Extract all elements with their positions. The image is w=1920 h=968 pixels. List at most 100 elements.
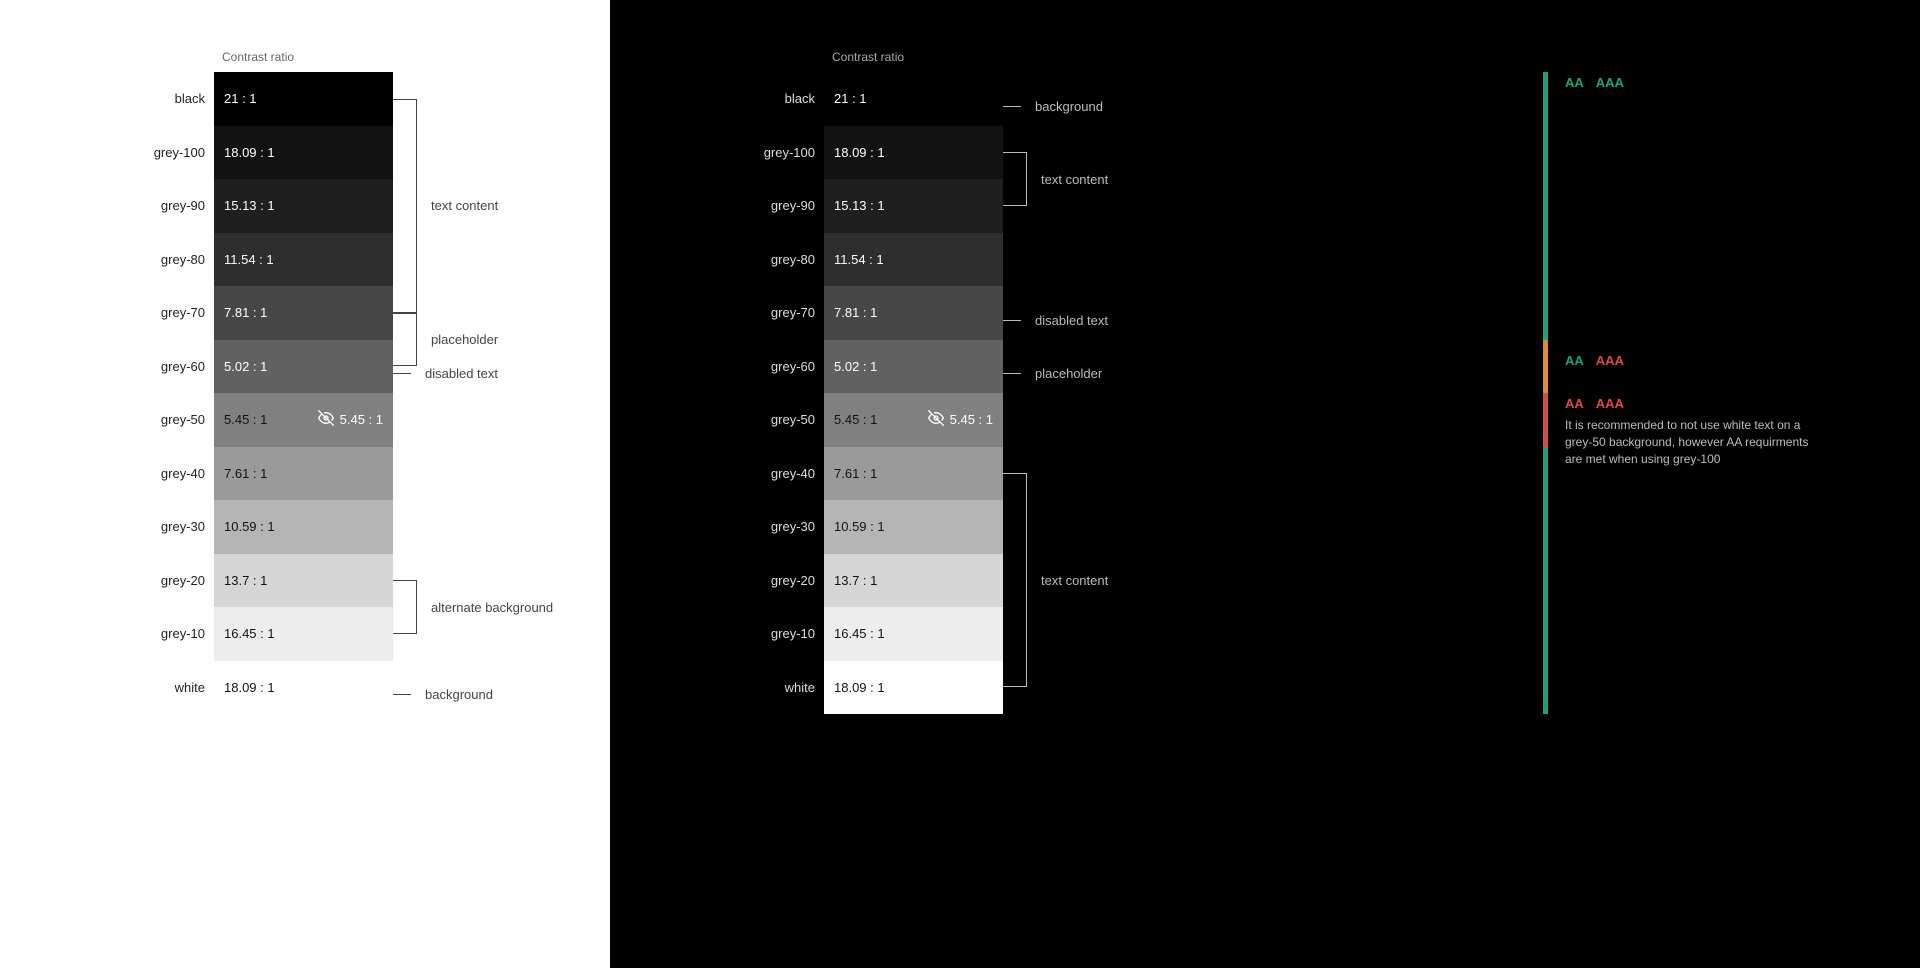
- light-theme-panel: Contrast ratio black21 : 1grey-10018.09 …: [0, 0, 610, 968]
- contrast-ratio-value: 5.45 : 1: [224, 412, 267, 427]
- contrast-ratio-value: 18.09 : 1: [834, 145, 885, 160]
- swatch-name-label: grey-40: [610, 466, 815, 481]
- usage-bracket: text content: [1003, 473, 1108, 687]
- swatch-row: grey-80 11.54 : 1: [0, 233, 610, 287]
- swatch-name-label: grey-70: [610, 305, 815, 320]
- swatch-name-label: white: [610, 680, 815, 695]
- wcag-aa-badge: AA: [1565, 75, 1584, 90]
- alt-ratio-value: 5.45 : 1: [950, 412, 993, 427]
- wcag-note: It is recommended to not use white text …: [1565, 417, 1825, 469]
- swatch-row: grey-80 11.54 : 1: [610, 233, 1530, 287]
- usage-bracket: alternate background: [393, 580, 553, 634]
- contrast-ratio-value: 11.54 : 1: [834, 252, 884, 267]
- color-swatch: 5.02 : 1: [824, 340, 1003, 394]
- contrast-ratio-value: 7.61 : 1: [834, 466, 877, 481]
- color-swatch: 21 : 1: [824, 72, 1003, 126]
- wcag-tags: AAAAA: [1565, 75, 1900, 90]
- color-swatch: 18.09 : 1: [214, 126, 393, 180]
- swatch-name-label: grey-10: [610, 626, 815, 641]
- usage-label: background: [425, 687, 493, 702]
- wcag-tags: AAAAA: [1565, 353, 1900, 368]
- swatch-row: white 18.09 : 1: [0, 661, 610, 715]
- wcag-aa-badge: AA: [1565, 353, 1584, 368]
- swatch-row: grey-505.45 : 15.45 : 1: [0, 393, 610, 447]
- bracket-dash-icon: [393, 373, 411, 374]
- color-swatch: 5.45 : 1 5.45 : 1: [214, 393, 393, 447]
- usage-label: disabled text: [1035, 313, 1108, 328]
- usage-bracket: placeholder: [393, 313, 498, 367]
- swatch-row: black21 : 1: [0, 72, 610, 126]
- usage-bracket: text content: [1003, 152, 1108, 206]
- contrast-ratio-value: 5.45 : 1: [834, 412, 877, 427]
- wcag-legend-item: AAAAA: [1565, 353, 1900, 368]
- swatch-alt-ratio: 5.45 : 1: [318, 410, 383, 429]
- bracket-dash-icon: [393, 694, 411, 695]
- contrast-ratio-value: 11.54 : 1: [224, 252, 274, 267]
- swatch-row: grey-707.81 : 1: [0, 286, 610, 340]
- wcag-bar-segment: [1543, 72, 1548, 340]
- contrast-ratio-value: 13.7 : 1: [834, 573, 877, 588]
- swatch-name-label: grey-50: [610, 412, 815, 427]
- contrast-ratio-value: 18.09 : 1: [224, 145, 275, 160]
- dark-theme-panel: Contrast ratio black 21 : 1 grey-100 18.09 …: [610, 0, 1530, 968]
- swatch-row: grey-50 5.45 : 1 5.45 : 1: [610, 393, 1530, 447]
- contrast-ratio-value: 13.7 : 1: [224, 573, 267, 588]
- contrast-ratio-value: 16.45 : 1: [224, 626, 275, 641]
- bracket-dash-icon: [1003, 320, 1021, 321]
- bracket-line-icon: [1003, 152, 1027, 206]
- color-swatch: 7.81 : 1: [214, 286, 393, 340]
- usage-bracket: disabled text: [393, 366, 498, 381]
- color-swatch: 11.54 : 1: [214, 233, 393, 287]
- swatch-row: grey-40 7.61 : 1: [0, 447, 610, 501]
- swatch-row: grey-605.02 : 1: [0, 340, 610, 394]
- color-swatch: 5.02 : 1: [214, 340, 393, 394]
- contrast-ratio-value: 15.13 : 1: [834, 198, 885, 213]
- swatch-name-label: grey-80: [610, 252, 815, 267]
- usage-label: alternate background: [431, 600, 553, 615]
- usage-bracket: placeholder: [1003, 366, 1102, 381]
- usage-label: disabled text: [425, 366, 498, 381]
- usage-label: text content: [1041, 172, 1108, 187]
- swatch-name-label: grey-20: [610, 573, 815, 588]
- color-swatch: 7.81 : 1: [824, 286, 1003, 340]
- swatch-name-label: grey-100: [610, 145, 815, 160]
- usage-bracket: text content: [393, 99, 498, 313]
- contrast-ratio-value: 16.45 : 1: [834, 626, 885, 641]
- color-swatch: 16.45 : 1: [824, 607, 1003, 661]
- bracket-line-icon: [393, 99, 417, 313]
- wcag-aaa-badge: AAA: [1596, 75, 1624, 90]
- contrast-ratio-value: 21 : 1: [834, 91, 867, 106]
- usage-bracket: disabled text: [1003, 313, 1108, 328]
- swatch-name-label: grey-20: [0, 573, 205, 588]
- contrast-ratio-value: 5.02 : 1: [834, 359, 877, 374]
- color-swatch: 10.59 : 1: [824, 500, 1003, 554]
- contrast-ratio-header: Contrast ratio: [832, 50, 904, 64]
- bracket-line-icon: [393, 580, 417, 634]
- swatch-name-label: white: [0, 680, 205, 695]
- color-swatch: 11.54 : 1: [824, 233, 1003, 287]
- bracket-dash-icon: [1003, 373, 1021, 374]
- contrast-ratio-value: 5.02 : 1: [224, 359, 267, 374]
- swatch-name-label: grey-40: [0, 466, 205, 481]
- contrast-ratio-value: 10.59 : 1: [834, 519, 885, 534]
- swatch-name-label: black: [610, 91, 815, 106]
- contrast-ratio-value: 7.61 : 1: [224, 466, 267, 481]
- swatch-name-label: grey-30: [610, 519, 815, 534]
- color-swatch: 15.13 : 1: [214, 179, 393, 233]
- contrast-ratio-value: 18.09 : 1: [224, 680, 275, 695]
- swatch-row: grey-10018.09 : 1: [0, 126, 610, 180]
- bracket-line-icon: [393, 313, 417, 367]
- swatch-name-label: grey-80: [0, 252, 205, 267]
- usage-label: text content: [1041, 573, 1108, 588]
- contrast-ratio-value: 10.59 : 1: [224, 519, 275, 534]
- swatch-alt-ratio: 5.45 : 1: [928, 410, 993, 429]
- wcag-bar-segment: [1543, 393, 1548, 447]
- usage-label: background: [1035, 99, 1103, 114]
- color-swatch: 18.09 : 1: [214, 661, 393, 715]
- color-swatch: 7.61 : 1: [214, 447, 393, 501]
- swatch-name-label: grey-90: [610, 198, 815, 213]
- color-swatch: 10.59 : 1: [214, 500, 393, 554]
- wcag-legend-panel: AAAAAAAAAAAAAAAIt is recommended to not …: [1530, 0, 1920, 968]
- usage-label: text content: [431, 198, 498, 213]
- color-swatch: 13.7 : 1: [824, 554, 1003, 608]
